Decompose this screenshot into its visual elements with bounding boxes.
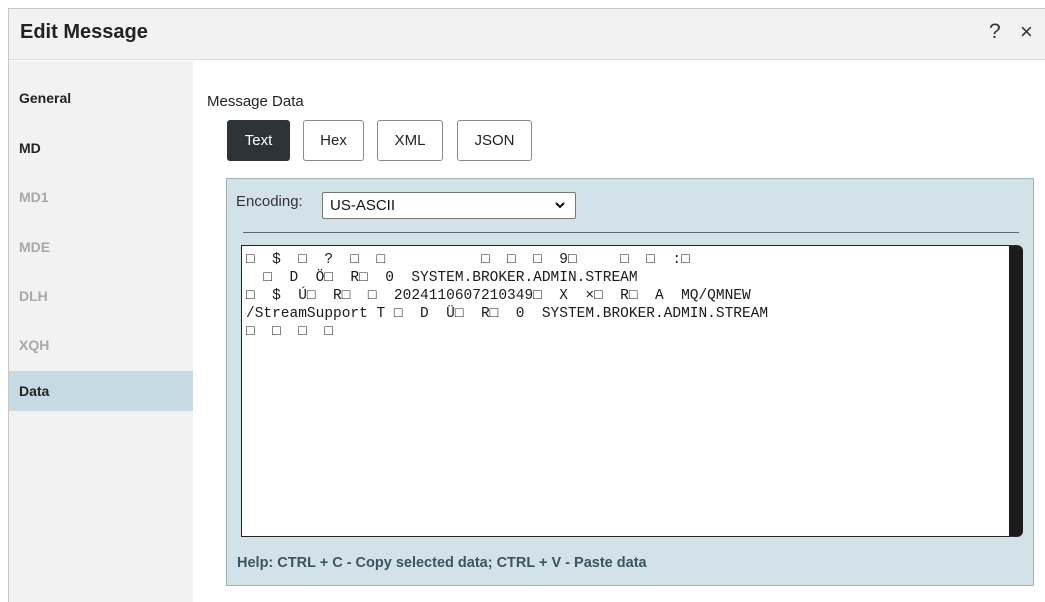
sidebar-item-mde: MDE [19, 239, 51, 255]
sidebar-item-general[interactable]: General [9, 78, 193, 118]
dialog-header: Edit Message ? × [9, 9, 1045, 60]
encoding-select[interactable]: US-ASCII [322, 192, 576, 219]
sidebar-item-md[interactable]: MD [9, 128, 193, 168]
help-text: Help: CTRL + C - Copy selected data; CTR… [237, 555, 647, 571]
tab-json[interactable]: JSON [457, 120, 532, 161]
data-line: □ $ □ ? □ □ □ □ □ 9□ □ □ :□ [246, 252, 690, 268]
message-data-panel: Encoding: US-ASCII □ $ □ ? □ □ □ □ □ 9□ … [226, 178, 1034, 586]
sidebar: General MD MD1 MDE DLH XQH Data [9, 61, 193, 602]
edit-message-dialog: Edit Message ? × General MD MD1 MDE DLH … [8, 8, 1045, 602]
message-data-textarea[interactable]: □ $ □ ? □ □ □ □ □ 9□ □ □ :□ □ D Ö□ R□ 0 … [241, 245, 1023, 537]
tab-text[interactable]: Text [227, 120, 290, 161]
close-button[interactable]: × [1020, 19, 1033, 45]
data-line: □ $ Ú□ R□ □ 2024110607210349□ X ×□ R□ A … [246, 288, 751, 304]
tab-hex[interactable]: Hex [303, 120, 364, 161]
sidebar-item-xqh: XQH [19, 337, 50, 353]
section-label: Message Data [207, 93, 304, 110]
help-button[interactable]: ? [989, 20, 1001, 44]
encoding-label: Encoding: [236, 193, 303, 210]
encoding-value: US-ASCII [330, 197, 396, 214]
divider [243, 232, 1019, 233]
data-line: /StreamSupport T □ D Ü□ R□ 0 SYSTEM.BROK… [246, 306, 769, 322]
data-line: □ D Ö□ R□ 0 SYSTEM.BROKER.ADMIN.STREAM [246, 270, 638, 286]
sidebar-item-dlh: DLH [19, 288, 48, 304]
sidebar-item-data[interactable]: Data [9, 371, 193, 411]
data-line: □ □ □ □ [246, 324, 334, 340]
dialog-title: Edit Message [20, 21, 148, 43]
sidebar-item-md1: MD1 [19, 189, 49, 205]
chevron-down-icon [555, 202, 565, 209]
tab-xml[interactable]: XML [377, 120, 443, 161]
main-content: Message Data Text Hex XML JSON Encoding:… [193, 61, 1045, 602]
